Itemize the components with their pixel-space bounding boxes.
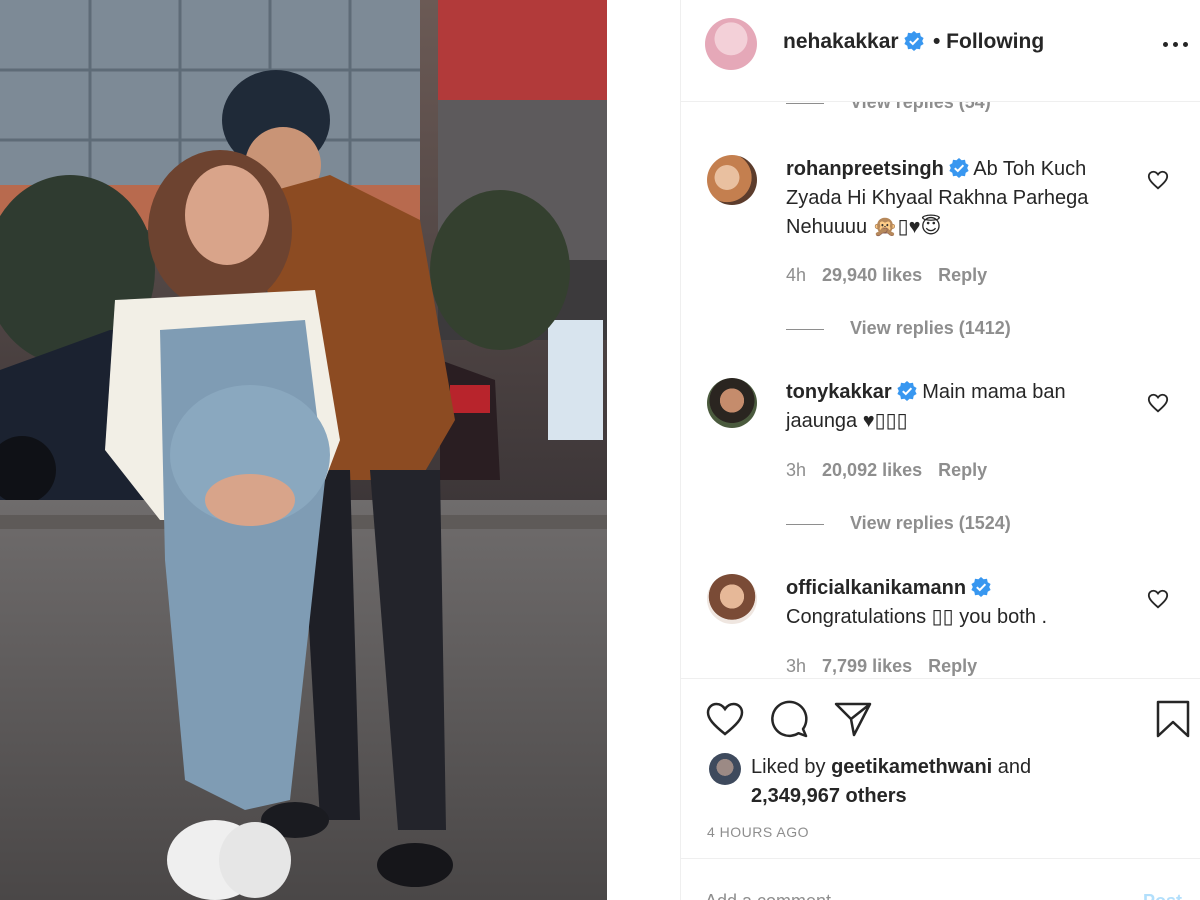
add-comment-bar: Post — [681, 858, 1200, 900]
comment-like-heart-icon[interactable] — [1147, 392, 1169, 414]
verified-badge-icon — [897, 381, 917, 401]
more-horizontal-icon[interactable] — [1161, 42, 1191, 50]
view-replies-label: View replies (1524) — [850, 513, 1011, 533]
add-comment-input[interactable] — [705, 889, 1085, 900]
comment-username[interactable]: officialkanikamann — [786, 577, 966, 599]
comment-text-block: officialkanikamann Congratulations ▯▯ yo… — [786, 574, 1116, 632]
comment-likes[interactable]: 7,799 likes — [822, 656, 912, 676]
view-replies-link[interactable]: View replies (1524) — [786, 513, 1011, 534]
liked-by-conj: and — [997, 756, 1032, 778]
comment-like-heart-icon[interactable] — [1147, 169, 1169, 191]
post-comment-button[interactable]: Post — [1143, 891, 1182, 900]
comment-username[interactable]: rohanpreetsingh — [786, 158, 944, 180]
comment-like-heart-icon[interactable] — [1147, 588, 1169, 610]
verified-badge-icon — [903, 31, 924, 51]
post-actions: Liked by geetikamethwani and 2,349,967 o… — [681, 678, 1200, 858]
liked-by-others[interactable]: 2,349,967 others — [751, 785, 907, 807]
liked-by-avatar[interactable] — [709, 753, 741, 785]
comment-time[interactable]: 3h — [786, 460, 806, 480]
comment-meta: 4h 29,940 likes Reply — [786, 265, 1003, 286]
view-replies-link[interactable]: View replies (1412) — [786, 318, 1011, 339]
post-header: nehakakkar • Following — [681, 0, 1200, 102]
comment-text-block: rohanpreetsingh Ab Toh Kuch Zyada Hi Khy… — [786, 155, 1116, 242]
view-replies-label: View replies (54) — [850, 102, 991, 112]
comment-bubble-icon[interactable] — [769, 699, 809, 739]
commenter-avatar[interactable] — [707, 378, 757, 428]
view-replies-label: View replies (1412) — [850, 318, 1011, 338]
comment-reply-button[interactable]: Reply — [928, 656, 977, 676]
commenter-avatar[interactable] — [707, 574, 757, 624]
comments-list[interactable]: View replies (54) rohanpreetsingh Ab Toh… — [681, 102, 1200, 678]
comment-reply-button[interactable]: Reply — [938, 265, 987, 285]
heart-outline-icon[interactable] — [705, 699, 745, 739]
comment-time[interactable]: 4h — [786, 265, 806, 285]
author-username[interactable]: nehakakkar — [783, 30, 899, 53]
comment-reply-button[interactable]: Reply — [938, 460, 987, 480]
comment-time[interactable]: 3h — [786, 656, 806, 676]
liked-by-user[interactable]: geetikamethwani — [831, 756, 992, 778]
view-replies-link[interactable]: View replies (54) — [786, 102, 991, 113]
comment-text: Congratulations ▯▯ you both . — [786, 606, 1048, 628]
post-photo — [0, 0, 607, 900]
paper-plane-icon[interactable] — [833, 699, 873, 739]
commenter-avatar[interactable] — [707, 155, 757, 205]
comment-meta: 3h 7,799 likes Reply — [786, 656, 993, 677]
comment-likes[interactable]: 29,940 likes — [822, 265, 922, 285]
comment-username[interactable]: tonykakkar — [786, 381, 892, 403]
post-side-panel: nehakakkar • Following View replies (54)… — [680, 0, 1200, 900]
comment-meta: 3h 20,092 likes Reply — [786, 460, 1003, 481]
bookmark-icon[interactable] — [1153, 699, 1193, 739]
verified-badge-icon — [971, 577, 991, 597]
comment-text-block: tonykakkar Main mama ban jaaunga ♥▯▯▯ — [786, 378, 1116, 436]
author-username-row[interactable]: nehakakkar — [783, 30, 924, 54]
verified-badge-icon — [949, 158, 969, 178]
author-avatar[interactable] — [705, 18, 757, 70]
liked-by-prefix: Liked by — [751, 756, 826, 778]
post-image — [0, 0, 607, 900]
post-timestamp[interactable]: 4 HOURS AGO — [707, 824, 809, 840]
following-button[interactable]: • Following — [933, 30, 1044, 54]
comment-likes[interactable]: 20,092 likes — [822, 460, 922, 480]
likes-summary: Liked by geetikamethwani and 2,349,967 o… — [751, 753, 1171, 811]
